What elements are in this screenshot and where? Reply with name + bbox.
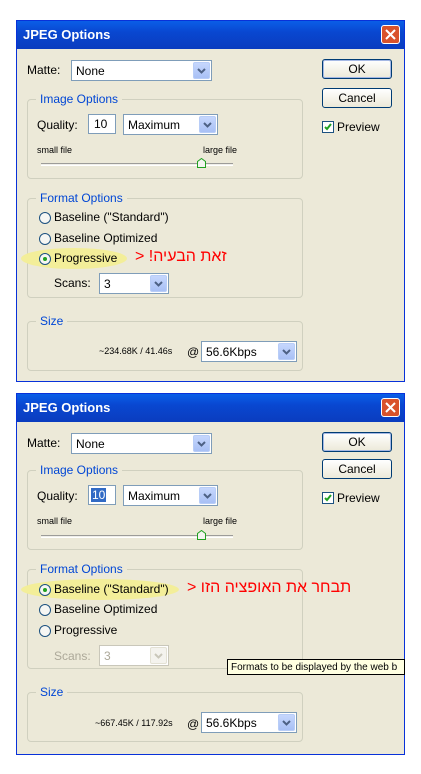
progressive-label: Progressive <box>54 623 118 637</box>
image-options-legend: Image Options <box>36 463 123 477</box>
small-file-label: small file <box>37 516 73 526</box>
baseline-optimized-radio[interactable] <box>39 604 51 616</box>
image-options-group: Image Options <box>27 92 303 179</box>
format-options-legend: Format Options <box>36 191 127 205</box>
format-options-legend: Format Options <box>36 562 127 576</box>
jpeg-options-dialog-bottom: JPEG Options Matte: None OK Cancel Previ… <box>16 393 405 755</box>
large-file-label: large file <box>203 145 238 155</box>
dialog-title: JPEG Options <box>23 27 111 42</box>
slider-thumb-icon[interactable] <box>197 530 206 540</box>
scans-select[interactable]: 3 <box>99 273 169 294</box>
formats-tooltip: Formats to be displayed by the web b <box>227 659 405 675</box>
progressive-radio[interactable] <box>39 253 51 265</box>
image-options-group: Image Options <box>27 463 303 550</box>
progressive-radio[interactable] <box>39 625 51 637</box>
dropdown-arrow-icon <box>278 343 295 360</box>
scans-label: Scans: <box>54 649 91 663</box>
close-icon <box>385 402 396 413</box>
quality-input[interactable]: 10 <box>88 114 116 134</box>
matte-select[interactable]: None <box>71 433 212 454</box>
matte-select[interactable]: None <box>71 60 212 81</box>
matte-value: None <box>76 64 105 78</box>
baseline-standard-label: Baseline ("Standard") <box>54 210 169 224</box>
speed-select[interactable]: 56.6Kbps <box>201 712 297 733</box>
at-label: @ <box>187 345 200 359</box>
annotation-choose-option: תבחר את האופציה הזו < <box>187 579 352 596</box>
quality-preset-value: Maximum <box>128 118 181 132</box>
preview-label: Preview <box>337 120 380 134</box>
ok-button[interactable]: OK <box>322 432 392 452</box>
small-file-label: small file <box>37 145 73 155</box>
scans-value: 3 <box>104 277 111 291</box>
close-button[interactable] <box>381 398 400 417</box>
size-estimate: ~667.45K / 117.92s <box>95 718 173 728</box>
matte-label: Matte: <box>27 436 61 450</box>
title-bar: JPEG Options <box>17 21 404 49</box>
scans-select[interactable]: 3 <box>99 645 169 666</box>
preview-checkbox[interactable] <box>322 121 334 133</box>
large-file-label: large file <box>203 516 238 526</box>
at-label: @ <box>187 717 200 731</box>
quality-preset-value: Maximum <box>128 489 181 503</box>
close-icon <box>385 29 396 40</box>
quality-preset-select[interactable]: Maximum <box>123 485 218 506</box>
baseline-optimized-radio[interactable] <box>39 233 51 245</box>
checkmark-icon <box>324 494 332 502</box>
scans-label: Scans: <box>54 276 91 290</box>
quality-value: 10 <box>94 117 108 131</box>
dropdown-arrow-icon <box>150 275 167 292</box>
preview-checkbox[interactable] <box>322 492 334 504</box>
quality-value: 10 <box>91 488 107 502</box>
baseline-standard-label: Baseline ("Standard") <box>54 582 169 596</box>
close-button[interactable] <box>381 25 400 44</box>
quality-label: Quality: <box>37 489 78 503</box>
speed-select[interactable]: 56.6Kbps <box>201 341 297 362</box>
dropdown-arrow-icon <box>150 647 167 664</box>
speed-value: 56.6Kbps <box>206 345 257 359</box>
dropdown-arrow-icon <box>199 116 216 133</box>
scans-value: 3 <box>104 649 111 663</box>
size-estimate: ~234.68K / 41.46s <box>99 346 173 356</box>
jpeg-options-dialog-top: JPEG Options Matte: None OK Cancel Previ… <box>16 20 405 382</box>
title-bar: JPEG Options <box>17 394 404 422</box>
speed-value: 56.6Kbps <box>206 716 257 730</box>
quality-label: Quality: <box>37 118 78 132</box>
dropdown-arrow-icon <box>193 62 210 79</box>
dialog-title: JPEG Options <box>23 400 111 415</box>
dropdown-arrow-icon <box>193 435 210 452</box>
baseline-standard-radio[interactable] <box>39 212 51 224</box>
cancel-button[interactable]: Cancel <box>322 459 392 479</box>
baseline-optimized-label: Baseline Optimized <box>54 231 158 245</box>
size-legend: Size <box>36 314 68 328</box>
dropdown-arrow-icon <box>199 487 216 504</box>
baseline-standard-radio[interactable] <box>39 584 51 596</box>
slider-thumb-icon[interactable] <box>197 158 206 168</box>
dropdown-arrow-icon <box>278 714 295 731</box>
matte-label: Matte: <box>27 63 61 77</box>
progressive-label: Progressive <box>54 251 118 265</box>
matte-value: None <box>76 437 105 451</box>
preview-label: Preview <box>337 491 380 505</box>
cancel-button[interactable]: Cancel <box>322 88 392 108</box>
size-legend: Size <box>36 685 68 699</box>
ok-button[interactable]: OK <box>322 59 392 79</box>
quality-preset-select[interactable]: Maximum <box>123 114 218 135</box>
image-options-legend: Image Options <box>36 92 123 106</box>
annotation-problem: זאת הבעיה! < <box>135 248 227 265</box>
quality-input[interactable]: 10 <box>88 485 116 505</box>
checkmark-icon <box>324 123 332 131</box>
baseline-optimized-label: Baseline Optimized <box>54 602 158 616</box>
